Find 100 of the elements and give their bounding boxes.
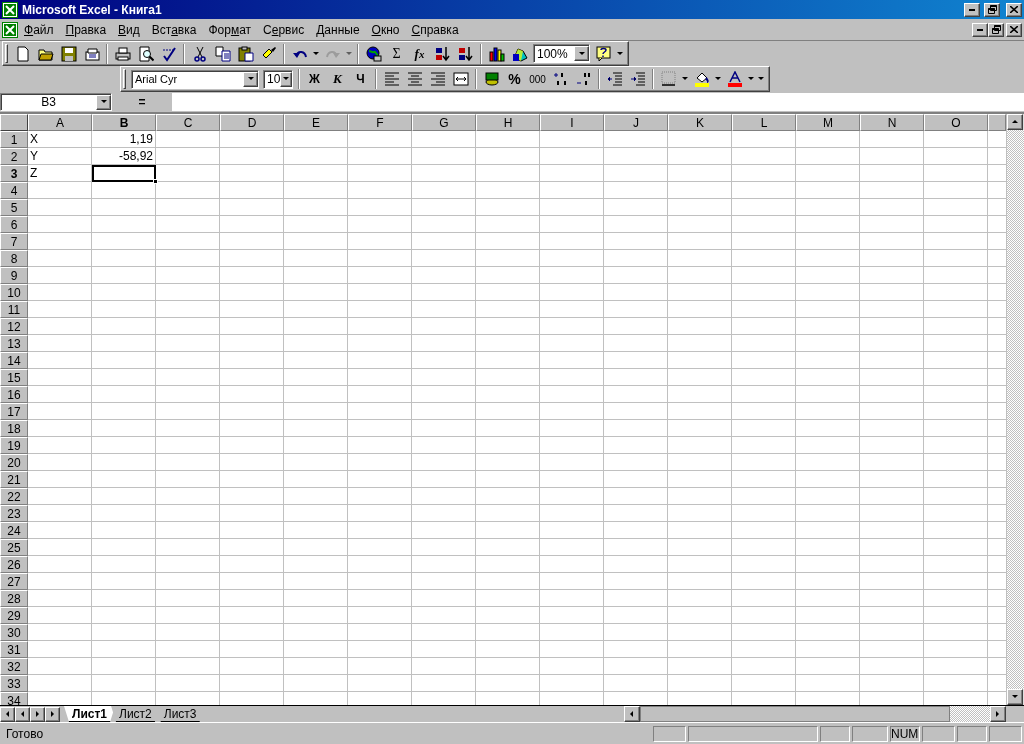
- column-header[interactable]: K: [668, 114, 732, 131]
- scroll-up-button[interactable]: [1007, 114, 1023, 130]
- scroll-thumb[interactable]: [640, 706, 950, 722]
- table-cell: Z: [28, 165, 92, 182]
- minimize-icon: [977, 28, 983, 31]
- row-header[interactable]: 5: [0, 199, 28, 216]
- sum-button[interactable]: Σ: [385, 42, 408, 65]
- column-header[interactable]: M: [796, 114, 860, 131]
- column-header[interactable]: L: [732, 114, 796, 131]
- row-header[interactable]: 16: [0, 386, 28, 403]
- select-all-corner[interactable]: [0, 114, 28, 131]
- column-header[interactable]: J: [604, 114, 668, 131]
- scroll-left-button[interactable]: [624, 706, 640, 722]
- row-header[interactable]: 25: [0, 539, 28, 556]
- row-header[interactable]: 24: [0, 522, 28, 539]
- column-header[interactable]: E: [284, 114, 348, 131]
- row-header[interactable]: 3: [0, 165, 28, 182]
- row-header[interactable]: 12: [0, 318, 28, 335]
- column-header[interactable]: N: [860, 114, 924, 131]
- font-name-combo[interactable]: Arial Cyr: [131, 69, 259, 89]
- bold-button[interactable]: Ж: [303, 68, 326, 90]
- restore-button[interactable]: [984, 2, 1000, 17]
- scroll-right-button[interactable]: [990, 706, 1006, 722]
- row-header[interactable]: 31: [0, 641, 28, 658]
- caret-icon: [247, 77, 254, 81]
- column-header[interactable]: H: [476, 114, 540, 131]
- row-header[interactable]: 14: [0, 352, 28, 369]
- column-header[interactable]: G: [412, 114, 476, 131]
- magnifier-page-icon: [137, 45, 154, 62]
- menu-item[interactable]: Сервис: [257, 20, 311, 39]
- row-header[interactable]: 26: [0, 556, 28, 573]
- dropdown-button[interactable]: [96, 94, 111, 110]
- row-header[interactable]: 20: [0, 454, 28, 471]
- dropdown-button[interactable]: [574, 46, 589, 61]
- italic-button[interactable]: К: [326, 68, 349, 90]
- menu-item[interactable]: Справка: [405, 20, 465, 39]
- row-header[interactable]: 8: [0, 250, 28, 267]
- row-header[interactable]: 22: [0, 488, 28, 505]
- status-indicator: NUM: [890, 725, 920, 742]
- minimize-button[interactable]: [964, 2, 980, 17]
- row-header[interactable]: 7: [0, 233, 28, 250]
- row-header[interactable]: 9: [0, 267, 28, 284]
- align-center-icon: [406, 71, 423, 87]
- column-header[interactable]: I: [540, 114, 604, 131]
- close-icon: [1010, 26, 1018, 33]
- row-header[interactable]: 15: [0, 369, 28, 386]
- row-header[interactable]: 27: [0, 573, 28, 590]
- caret-icon: [283, 77, 290, 81]
- caret-icon: [313, 51, 319, 56]
- menu-item[interactable]: Вставка: [145, 20, 203, 39]
- close-button[interactable]: [1006, 22, 1022, 37]
- thousands-button[interactable]: 000: [526, 68, 549, 90]
- minimize-button[interactable]: [972, 22, 988, 37]
- row-header[interactable]: 23: [0, 505, 28, 522]
- zoom-combo[interactable]: 100%: [533, 44, 590, 63]
- row-header[interactable]: 28: [0, 590, 28, 607]
- column-header[interactable]: F: [348, 114, 412, 131]
- row-header[interactable]: 10: [0, 284, 28, 301]
- dropdown-button[interactable]: [243, 71, 258, 87]
- menu-item[interactable]: Файл: [18, 20, 60, 39]
- menu-item[interactable]: Формат: [202, 20, 258, 39]
- name-box[interactable]: B3: [0, 93, 112, 111]
- row-header[interactable]: 11: [0, 301, 28, 318]
- column-header[interactable]: B: [92, 114, 156, 131]
- row-header[interactable]: 4: [0, 182, 28, 199]
- menu-item[interactable]: Правка: [59, 20, 113, 39]
- row-header[interactable]: 17: [0, 403, 28, 420]
- row-header[interactable]: 32: [0, 658, 28, 675]
- menu-item[interactable]: Окно: [365, 20, 406, 39]
- scroll-down-button[interactable]: [1007, 689, 1023, 705]
- row-header[interactable]: 30: [0, 624, 28, 641]
- underline-button[interactable]: Ч: [349, 68, 372, 90]
- column-header[interactable]: O: [924, 114, 988, 131]
- menu-item[interactable]: Данные: [310, 20, 366, 39]
- font-size-combo[interactable]: 10: [263, 69, 293, 89]
- status-text: Готово: [5, 726, 45, 741]
- last-sheet-button[interactable]: [45, 706, 60, 722]
- percent-button[interactable]: %: [503, 68, 526, 90]
- menu-item[interactable]: Вид: [112, 20, 146, 39]
- row-header[interactable]: 1: [0, 131, 28, 148]
- row-header[interactable]: 19: [0, 437, 28, 454]
- row-header[interactable]: 33: [0, 675, 28, 692]
- close-button[interactable]: [1006, 2, 1022, 17]
- column-header[interactable]: A: [28, 114, 92, 131]
- column-header[interactable]: [988, 114, 1006, 131]
- column-header[interactable]: D: [220, 114, 284, 131]
- dropdown-button[interactable]: [280, 71, 292, 87]
- restore-button[interactable]: [988, 22, 1004, 37]
- row-header[interactable]: 21: [0, 471, 28, 488]
- next-sheet-button[interactable]: [30, 706, 45, 722]
- column-header[interactable]: C: [156, 114, 220, 131]
- previous-sheet-button[interactable]: [15, 706, 30, 722]
- row-header[interactable]: 2: [0, 148, 28, 165]
- row-header[interactable]: 13: [0, 335, 28, 352]
- row-header[interactable]: 18: [0, 420, 28, 437]
- formula-input[interactable]: [172, 93, 1024, 111]
- row-header[interactable]: 6: [0, 216, 28, 233]
- first-sheet-button[interactable]: [0, 706, 15, 722]
- row-header[interactable]: 29: [0, 607, 28, 624]
- row-header[interactable]: 34: [0, 692, 28, 705]
